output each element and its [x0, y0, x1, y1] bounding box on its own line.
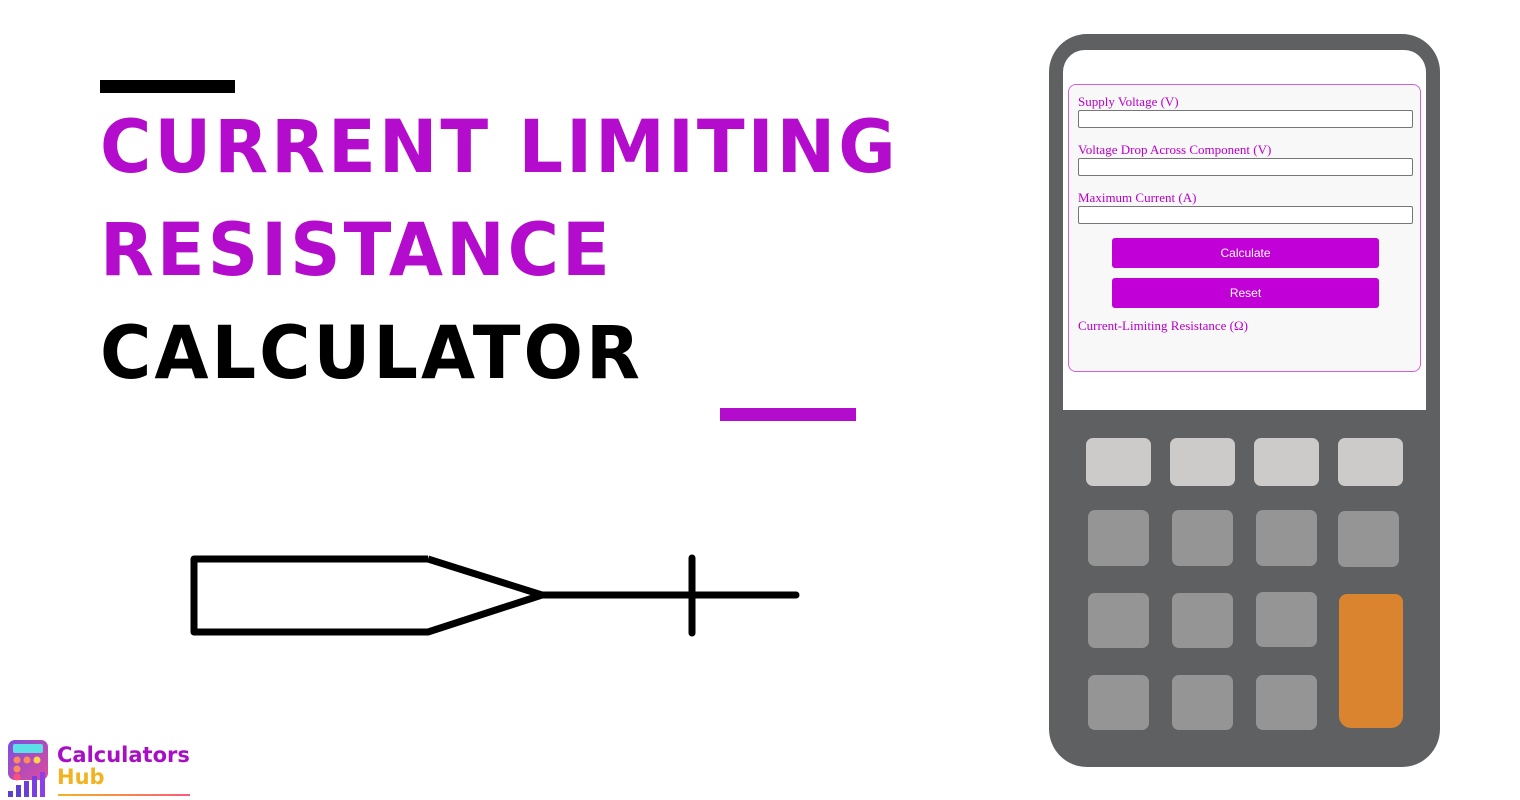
supply-voltage-input[interactable]	[1078, 110, 1413, 128]
logo-underline	[58, 794, 190, 796]
heading-line-1: Current Limiting	[100, 103, 899, 190]
heading-line-3: Calculator	[100, 309, 643, 396]
reset-button[interactable]: Reset	[1112, 278, 1379, 308]
keypad-key	[1256, 510, 1317, 566]
keypad-key	[1170, 438, 1235, 486]
keypad-key	[1172, 510, 1233, 566]
keypad-key	[1088, 593, 1149, 648]
keypad-key	[1254, 438, 1319, 486]
bottom-decorative-bar	[720, 408, 856, 421]
calculator-form: Supply Voltage (V) Voltage Drop Across C…	[1068, 84, 1421, 372]
maximum-current-label: Maximum Current (A)	[1078, 190, 1197, 205]
keypad-key	[1338, 511, 1399, 567]
logo-calculator-icon	[8, 740, 48, 797]
logo-word-calculators: Calculators	[57, 743, 190, 767]
voltage-drop-input[interactable]	[1078, 158, 1413, 176]
keypad-key	[1172, 675, 1233, 730]
supply-voltage-label: Supply Voltage (V)	[1078, 94, 1179, 109]
keypad-key	[1086, 438, 1151, 486]
heading-line-2: Resistance	[100, 206, 613, 293]
calculate-button[interactable]: Calculate	[1112, 238, 1379, 268]
keypad-key	[1338, 438, 1403, 486]
keypad-key	[1256, 592, 1317, 647]
keypad-key	[1088, 675, 1149, 730]
result-label: Current-Limiting Resistance (Ω)	[1078, 318, 1248, 333]
logo-word-hub: Hub	[57, 765, 105, 789]
symbol-body	[190, 555, 546, 636]
keypad-key	[1256, 675, 1317, 730]
voltage-drop-label: Voltage Drop Across Component (V)	[1078, 142, 1272, 157]
resistor-symbol-icon	[190, 554, 800, 637]
top-decorative-bar	[100, 80, 235, 93]
keypad-key	[1172, 593, 1233, 648]
maximum-current-input[interactable]	[1078, 206, 1413, 224]
keypad-equals-key	[1339, 594, 1403, 728]
keypad-key	[1088, 510, 1149, 566]
